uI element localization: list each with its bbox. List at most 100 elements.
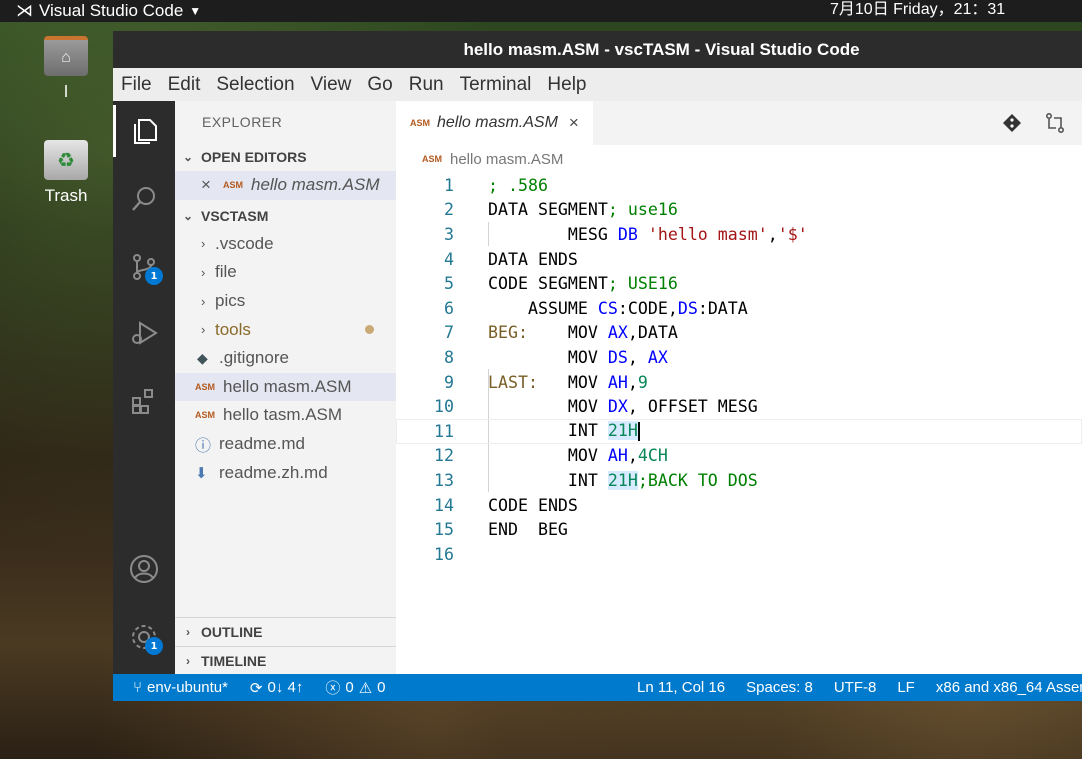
settings-badge: 1 xyxy=(145,637,163,655)
warning-icon: ⚠ xyxy=(358,679,373,697)
code-line: 2 DATA SEGMENT; use16 xyxy=(396,198,1082,223)
code-editor[interactable]: 1 ; .586 2 DATA SEGMENT; use16 3 MESG DB… xyxy=(396,173,1082,567)
close-icon[interactable]: × xyxy=(201,175,223,195)
editor-tab[interactable]: ASM hello masm.ASM × xyxy=(396,101,593,145)
extensions-icon xyxy=(132,389,153,414)
status-branch[interactable]: ⑂ env-ubuntu* xyxy=(133,677,228,698)
tree-item-label: tools xyxy=(215,319,251,339)
tree-item-label: hello masm.ASM xyxy=(223,376,352,396)
app-menu[interactable]: ⋊ Visual Studio Code ▼ xyxy=(0,1,201,21)
activity-explorer[interactable] xyxy=(113,105,175,157)
sync-icon: ⟳ xyxy=(249,679,263,697)
menu-edit[interactable]: Edit xyxy=(160,74,209,96)
open-editor-item[interactable]: × ASM hello masm.ASM xyxy=(175,171,396,200)
code-text: MOV DX, OFFSET MESG xyxy=(488,397,758,417)
code-text: DATA SEGMENT; use16 xyxy=(488,200,678,220)
menu-go[interactable]: Go xyxy=(359,74,400,96)
desktop-trash[interactable]: ♻ Trash xyxy=(26,140,106,206)
tree-item-label: readme.zh.md xyxy=(219,462,328,482)
open-editors-header[interactable]: ⌄ OPEN EDITORS xyxy=(175,143,396,171)
app-name: Visual Studio Code xyxy=(39,1,184,20)
tree-item-vscode[interactable]: › .vscode xyxy=(175,230,396,259)
status-encoding[interactable]: UTF-8 xyxy=(834,679,877,696)
line-number: 8 xyxy=(444,347,454,367)
status-sync[interactable]: ⟳ 0↓ 4↑ xyxy=(250,677,303,698)
open-changes-icon[interactable] xyxy=(1044,112,1066,134)
tree-item-file[interactable]: › file xyxy=(175,258,396,287)
desktop-trash-label: Trash xyxy=(44,186,88,205)
sidebar-title: EXPLORER xyxy=(202,114,283,130)
git-compare-icon[interactable] xyxy=(1002,113,1022,133)
desktop-home-folder[interactable]: ⌂ l xyxy=(26,36,106,102)
activity-bar: 1 1 xyxy=(113,101,175,674)
code-text: INT 21H xyxy=(488,421,640,442)
files-icon xyxy=(133,119,157,144)
line-number: 9 xyxy=(444,372,454,392)
chevron-right-icon: › xyxy=(201,322,206,338)
tree-item-label: readme.md xyxy=(219,434,305,454)
warning-count: 0 xyxy=(377,679,386,696)
chevron-right-icon: › xyxy=(201,264,206,280)
activity-run-debug[interactable] xyxy=(113,307,175,359)
chevron-down-icon: ▼ xyxy=(189,4,202,18)
editor-tab-bar: ASM hello masm.ASM × xyxy=(396,101,1082,145)
open-editors-label: OPEN EDITORS xyxy=(201,149,307,165)
activity-extensions[interactable] xyxy=(113,375,175,427)
chevron-down-icon: ⌄ xyxy=(182,208,194,223)
status-language[interactable]: x86 and x86_64 Assembly xyxy=(936,679,1082,696)
activity-search[interactable] xyxy=(113,173,175,225)
tree-item-label: .gitignore xyxy=(219,348,289,368)
line-number: 10 xyxy=(434,397,454,417)
folder-header[interactable]: ⌄ VSCTASM xyxy=(175,202,396,230)
folder-label: VSCTASM xyxy=(201,207,269,224)
breadcrumb-file: hello masm.ASM xyxy=(450,150,564,168)
tree-item-hello-masm[interactable]: ASM hello masm.ASM xyxy=(175,372,396,402)
window-title-bar[interactable]: hello masm.ASM - vscTASM - Visual Studio… xyxy=(113,31,1082,68)
code-line: 3 MESG DB 'hello masm','$' xyxy=(396,222,1082,247)
breadcrumb[interactable]: ASM hello masm.ASM xyxy=(396,145,1082,173)
outline-header[interactable]: › OUTLINE xyxy=(175,618,396,646)
menu-bar: File Edit Selection View Go Run Terminal… xyxy=(113,68,1082,101)
tree-item-gitignore[interactable]: ◆ .gitignore xyxy=(175,344,396,373)
chevron-right-icon: › xyxy=(186,653,190,668)
status-cursor-position[interactable]: Ln 11, Col 16 xyxy=(637,679,725,696)
tree-item-readme[interactable]: ⓘ readme.md xyxy=(175,430,396,459)
line-number: 13 xyxy=(434,470,454,490)
menu-view[interactable]: View xyxy=(303,74,360,96)
code-text: MESG DB 'hello masm','$' xyxy=(488,224,808,244)
status-indentation[interactable]: Spaces: 8 xyxy=(746,679,813,696)
system-clock[interactable]: 7月10日 Friday，21：31 xyxy=(830,0,1005,22)
line-number: 11 xyxy=(434,421,454,441)
activity-manage[interactable]: 1 xyxy=(113,611,175,663)
menu-help[interactable]: Help xyxy=(539,74,594,96)
search-icon xyxy=(132,187,155,211)
line-number: 1 xyxy=(444,175,454,195)
code-text: ; .586 xyxy=(488,175,548,195)
code-text: DATA ENDS xyxy=(488,249,578,269)
close-icon[interactable]: × xyxy=(569,113,579,133)
tree-item-readme-zh[interactable]: ⬇ readme.zh.md xyxy=(175,458,396,487)
status-problems[interactable]: ⓧ 0 ⚠ 0 xyxy=(325,677,385,698)
tree-item-pics[interactable]: › pics xyxy=(175,287,396,316)
tree-item-label: file xyxy=(215,262,237,282)
line-number: 15 xyxy=(434,520,454,540)
line-number: 3 xyxy=(444,224,454,244)
tree-item-hello-tasm[interactable]: ASM hello tasm.ASM xyxy=(175,401,396,430)
code-text: INT 21H;BACK TO DOS xyxy=(488,470,758,490)
tree-item-label: hello tasm.ASM xyxy=(223,405,343,425)
chevron-right-icon: › xyxy=(186,625,190,639)
tree-item-tools[interactable]: › tools xyxy=(175,315,396,344)
code-text: MOV DS, AX xyxy=(488,347,668,367)
activity-accounts[interactable] xyxy=(113,543,175,595)
code-line: 8 MOV DS, AX xyxy=(396,345,1082,370)
menu-run[interactable]: Run xyxy=(401,74,452,96)
menu-selection[interactable]: Selection xyxy=(208,74,302,96)
sidebar-bottom-panels: › OUTLINE › TIMELINE xyxy=(175,617,396,674)
status-eol[interactable]: LF xyxy=(897,679,915,696)
download-icon: ⬇ xyxy=(195,464,208,482)
menu-terminal[interactable]: Terminal xyxy=(452,74,540,96)
chevron-right-icon: › xyxy=(201,236,206,252)
menu-file[interactable]: File xyxy=(113,74,160,96)
activity-source-control[interactable]: 1 xyxy=(113,241,175,293)
timeline-header[interactable]: › TIMELINE xyxy=(175,646,396,674)
